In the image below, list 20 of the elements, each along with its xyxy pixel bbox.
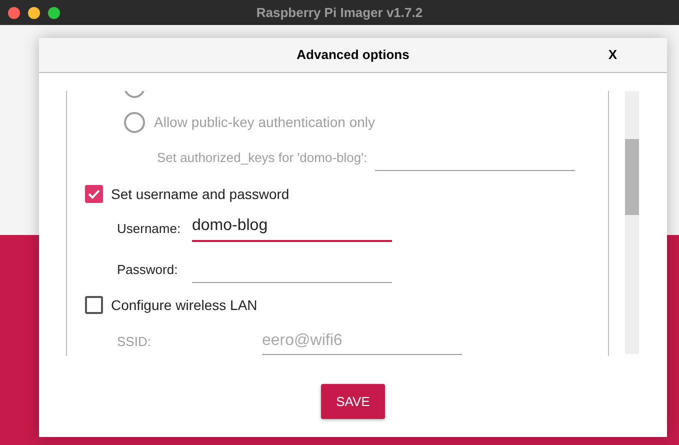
dialog-title: Advanced options <box>296 46 410 64</box>
text-field[interactable]: domo-blog <box>192 216 392 242</box>
close-window-icon[interactable] <box>8 6 20 18</box>
scrollbar[interactable] <box>625 91 639 354</box>
minimize-window-icon[interactable] <box>28 6 40 18</box>
field-label: SSID: <box>117 332 152 350</box>
checkmark-icon <box>88 189 100 199</box>
field-label: Password: <box>117 260 179 278</box>
close-button[interactable]: X <box>608 45 617 65</box>
scrollbar-thumb[interactable] <box>625 139 639 215</box>
field-label: Username: <box>117 220 182 238</box>
save-button[interactable]: SAVE <box>321 384 385 419</box>
maximize-window-icon[interactable] <box>48 6 60 18</box>
window-title: Raspberry Pi Imager v1.7.2 <box>256 4 423 22</box>
radio-label: Allow public-key authentication only <box>154 112 376 132</box>
checkbox-label: Configure wireless LAN <box>111 296 258 315</box>
checkbox[interactable] <box>85 185 103 203</box>
checkbox[interactable] <box>85 296 103 314</box>
field-label: Set authorized_keys for 'domo-blog': <box>157 148 368 167</box>
checkbox-label: Set username and password <box>111 184 290 204</box>
